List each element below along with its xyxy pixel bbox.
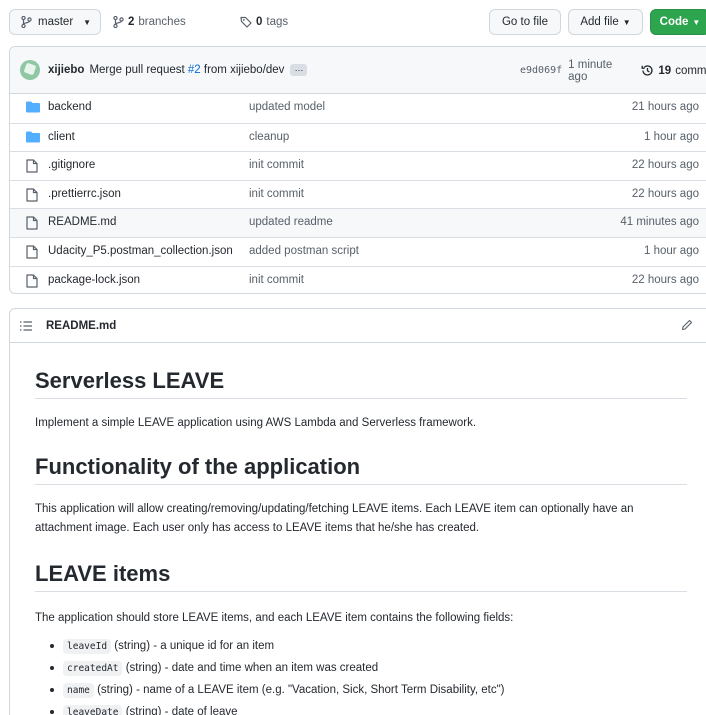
commit-message-prefix: Merge pull request bbox=[89, 64, 185, 76]
functionality-text: This application will allow creating/rem… bbox=[35, 503, 634, 534]
branches-label: branches bbox=[138, 16, 186, 28]
avatar[interactable] bbox=[20, 60, 40, 80]
file-name[interactable]: backend bbox=[48, 101, 91, 113]
branch-icon bbox=[113, 16, 124, 28]
file-age: 1 hour ago bbox=[644, 245, 699, 257]
code-label: Code bbox=[659, 16, 689, 28]
file-age: 22 hours ago bbox=[631, 159, 699, 172]
field-description: (string) - date and time when an item wa… bbox=[125, 662, 379, 674]
chevron-down-icon: ▼ bbox=[692, 17, 701, 27]
list-icon[interactable] bbox=[20, 320, 32, 331]
heading-functionality: Functionality of the application bbox=[35, 454, 361, 479]
file-listing: xijiebo Merge pull request #2 from xijie… bbox=[9, 46, 706, 294]
commits-link[interactable]: 19 commits bbox=[641, 64, 706, 77]
file-row[interactable]: package-lock.json init commit 22 hours ago bbox=[10, 265, 706, 293]
file-age: 1 hour ago bbox=[644, 130, 699, 143]
commits-label: commits bbox=[675, 64, 706, 77]
leave-items-text: The application should store LEAVE items… bbox=[35, 612, 514, 624]
field-name-code: leaveId bbox=[63, 639, 112, 654]
file-name[interactable]: .gitignore bbox=[48, 159, 95, 171]
file-age: 22 hours ago bbox=[631, 187, 699, 200]
list-item: name (string) - name of a LEAVE item (e.… bbox=[35, 679, 687, 701]
branch-name: master bbox=[38, 16, 74, 28]
code-button[interactable]: Code ▼ bbox=[650, 9, 706, 35]
field-description: (string) - a unique id for an item bbox=[114, 640, 275, 652]
file-age: 41 minutes ago bbox=[620, 216, 699, 229]
readme-panel: README.md Serverless LEAVE Implement a s… bbox=[9, 308, 706, 715]
file-row[interactable]: README.md updated readme 41 minutes ago bbox=[10, 208, 706, 238]
branch-select-button[interactable]: master ▼ bbox=[9, 9, 101, 35]
file-commit-message[interactable]: cleanup bbox=[249, 131, 289, 143]
heading-divider bbox=[35, 484, 687, 485]
list-item: leaveId (string) - a unique id for an it… bbox=[35, 635, 687, 657]
chevron-down-icon: ▼ bbox=[83, 17, 92, 27]
file-icon bbox=[26, 216, 38, 230]
commit-message-suffix: from xijiebo/dev bbox=[203, 64, 285, 76]
file-name[interactable]: .prettierrc.json bbox=[48, 188, 121, 200]
commit-time: 1 minute ago bbox=[568, 58, 613, 83]
folder-icon bbox=[26, 131, 40, 143]
branch-icon bbox=[21, 16, 32, 28]
branches-link[interactable]: 2 branches bbox=[113, 9, 186, 35]
add-file-button[interactable]: Add file ▼ bbox=[568, 9, 643, 35]
readme-title: Serverless LEAVE bbox=[35, 368, 225, 393]
readme-intro: Implement a simple LEAVE application usi… bbox=[35, 417, 477, 429]
file-row[interactable]: .gitignore init commit 22 hours ago bbox=[10, 151, 706, 180]
pull-request-link[interactable]: #2 bbox=[188, 64, 201, 76]
field-description: (string) - date of leave bbox=[125, 706, 238, 715]
go-to-file-button[interactable]: Go to file bbox=[489, 9, 561, 35]
file-age: 21 hours ago bbox=[631, 101, 699, 113]
file-row[interactable]: backend updated model 21 hours ago bbox=[10, 94, 706, 123]
pencil-icon[interactable] bbox=[681, 319, 693, 331]
tags-label: tags bbox=[266, 16, 289, 28]
file-name[interactable]: Udacity_P5.postman_collection.json bbox=[48, 245, 233, 257]
file-commit-message[interactable]: updated readme bbox=[249, 216, 333, 228]
file-icon bbox=[26, 188, 38, 202]
file-age: 22 hours ago bbox=[631, 273, 699, 286]
file-icon bbox=[26, 245, 38, 259]
file-icon bbox=[26, 273, 38, 288]
add-file-label: Add file bbox=[580, 16, 619, 28]
file-name[interactable]: client bbox=[48, 131, 75, 143]
file-name[interactable]: README.md bbox=[48, 216, 116, 228]
field-name-code: leaveDate bbox=[63, 705, 123, 715]
list-item: leaveDate (string) - date of leave bbox=[35, 701, 687, 715]
fields-list: leaveId (string) - a unique id for an it… bbox=[35, 635, 687, 715]
file-commit-message[interactable]: init commit bbox=[249, 188, 304, 200]
field-description: (string) - name of a LEAVE item (e.g. "V… bbox=[97, 684, 505, 696]
tag-icon bbox=[240, 16, 252, 28]
file-row[interactable]: .prettierrc.json init commit 22 hours ago bbox=[10, 179, 706, 209]
list-item: createdAt (string) - date and time when … bbox=[35, 657, 687, 679]
heading-divider bbox=[35, 398, 687, 399]
commit-meta: e9d069f 1 minute ago 19 commits bbox=[520, 47, 706, 94]
file-commit-message[interactable]: init commit bbox=[249, 159, 304, 171]
field-name-code: createdAt bbox=[63, 661, 123, 676]
file-row[interactable]: client cleanup 1 hour ago bbox=[10, 122, 706, 152]
file-row[interactable]: Udacity_P5.postman_collection.json added … bbox=[10, 237, 706, 266]
repo-toolbar: master ▼ 2 branches 0 tags Go to file Ad… bbox=[0, 0, 706, 44]
file-commit-message[interactable]: updated model bbox=[249, 101, 325, 113]
readme-filename[interactable]: README.md bbox=[46, 320, 116, 332]
tags-link[interactable]: 0 tags bbox=[240, 9, 288, 35]
history-icon bbox=[641, 64, 654, 77]
heading-leave-items: LEAVE items bbox=[35, 561, 171, 586]
field-name-code: name bbox=[63, 683, 94, 698]
latest-commit-bar: xijiebo Merge pull request #2 from xijie… bbox=[10, 47, 706, 94]
tags-count: 0 bbox=[256, 16, 263, 28]
commits-count: 19 bbox=[658, 64, 672, 77]
commit-message[interactable]: Merge pull request #2 from xijiebo/dev bbox=[89, 64, 284, 76]
file-commit-message[interactable]: init commit bbox=[249, 274, 304, 286]
heading-divider bbox=[35, 591, 687, 592]
file-commit-message[interactable]: added postman script bbox=[249, 245, 359, 257]
branches-count: 2 bbox=[128, 16, 135, 28]
commit-sha[interactable]: e9d069f bbox=[520, 65, 562, 76]
readme-header: README.md bbox=[10, 309, 706, 343]
commit-author[interactable]: xijiebo bbox=[48, 64, 84, 76]
expand-commit-button[interactable]: … bbox=[290, 64, 308, 76]
chevron-down-icon: ▼ bbox=[622, 17, 631, 27]
folder-icon bbox=[26, 101, 40, 113]
file-name[interactable]: package-lock.json bbox=[48, 274, 140, 286]
file-icon bbox=[26, 159, 38, 173]
